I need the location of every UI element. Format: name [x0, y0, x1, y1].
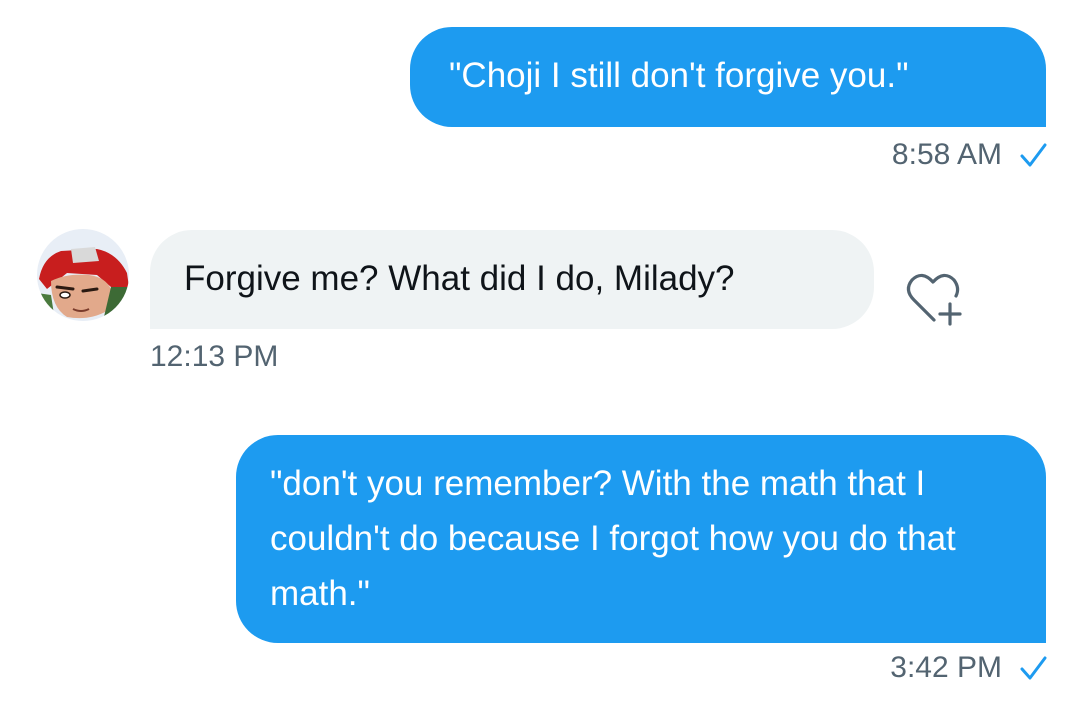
message-text: "Choji I still don't forgive you." [449, 56, 909, 95]
message-meta: 8:58 AM [892, 138, 1048, 172]
message-text: Forgive me? What did I do, Milady? [184, 259, 735, 298]
message-text: "don't you remember? With the math that … [270, 464, 956, 613]
check-icon [1020, 656, 1047, 680]
message-timestamp: 8:58 AM [891, 138, 1002, 171]
check-icon [1020, 143, 1047, 167]
avatar-anime-character-icon [37, 229, 129, 321]
message-timestamp: 3:42 PM [890, 651, 1002, 684]
message-bubble-outgoing[interactable]: "don't you remember? With the math that … [236, 435, 1046, 643]
message-bubble-outgoing[interactable]: "Choji I still don't forgive you." [410, 27, 1046, 127]
message-bubble-incoming[interactable]: Forgive me? What did I do, Milady? [150, 230, 874, 329]
message-timestamp: 12:13 PM [150, 340, 279, 373]
heart-plus-icon[interactable] [900, 268, 966, 328]
avatar[interactable] [37, 229, 129, 321]
message-meta: 12:13 PM [150, 340, 278, 374]
message-meta: 3:42 PM [890, 651, 1048, 685]
